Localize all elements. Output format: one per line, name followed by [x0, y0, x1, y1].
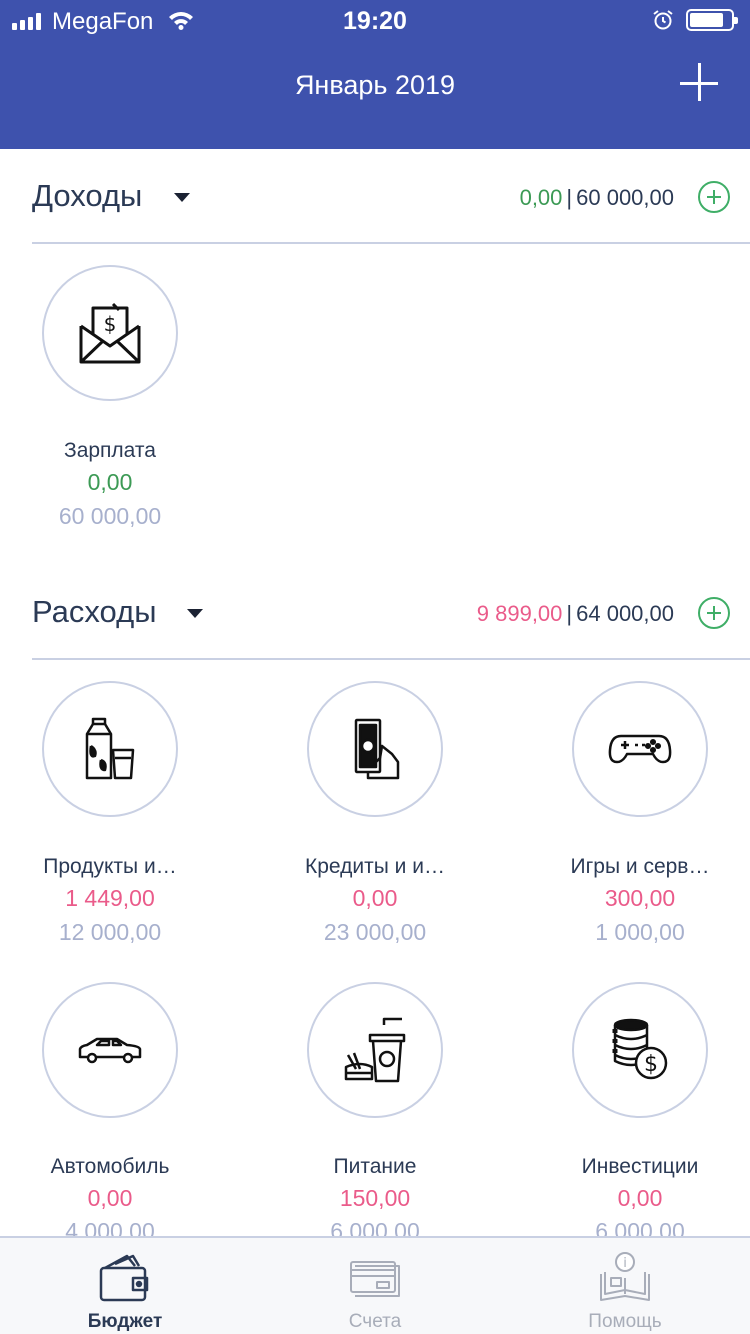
clock: 19:20: [343, 7, 407, 35]
expenses-actual: 9 899,00: [476, 601, 563, 626]
wallet-icon: [99, 1254, 149, 1302]
credits-name: Кредиты и и…: [305, 855, 445, 878]
games-spent: 300,00: [604, 885, 676, 911]
svg-text:$: $: [644, 1052, 658, 1077]
alarm-icon: [653, 10, 673, 30]
food-name: Питание: [333, 1155, 417, 1178]
groceries-spent: 1 449,00: [65, 885, 155, 911]
groceries-milk-icon: [85, 717, 135, 780]
category-salary[interactable]: $: [42, 265, 178, 401]
help-book-icon: i: [600, 1252, 650, 1301]
expenses-totals: 9 899,00 | 64 000,00: [476, 601, 674, 626]
card-icon: [350, 1261, 400, 1297]
tab-budget-label: Бюджет: [87, 1311, 163, 1332]
expenses-caret-down-icon[interactable]: [187, 609, 203, 618]
category-investments[interactable]: $: [572, 982, 708, 1118]
svg-text:$: $: [104, 312, 117, 336]
tab-bar: Бюджет Счета i Помощь: [0, 1236, 750, 1334]
gamepad-icon: [608, 734, 672, 764]
tab-accounts-label: Счета: [348, 1311, 402, 1332]
cash-in-hand-icon: [354, 718, 400, 780]
car-name: Автомобиль: [50, 1155, 170, 1178]
category-food[interactable]: [307, 982, 443, 1118]
groceries-name: Продукты и…: [43, 855, 177, 878]
app-header: MegaFon 19:20 Январь 2019: [0, 0, 750, 149]
category-car[interactable]: [42, 982, 178, 1118]
tab-accounts[interactable]: Счета: [250, 1238, 500, 1334]
investments-spent: 0,00: [617, 1185, 663, 1211]
category-games[interactable]: [572, 681, 708, 817]
expenses-section-title[interactable]: Расходы: [32, 594, 156, 630]
investments-name: Инвестиции: [581, 1155, 699, 1178]
category-groceries[interactable]: [42, 681, 178, 817]
income-planned: 60 000,00: [576, 185, 674, 210]
salary-envelope-icon: $: [79, 302, 141, 364]
credits-budget: 23 000,00: [323, 919, 427, 945]
tab-budget[interactable]: Бюджет: [0, 1238, 250, 1334]
tab-help-label: Помощь: [588, 1311, 662, 1332]
salary-budget: 60 000,00: [58, 503, 162, 529]
credits-spent: 0,00: [352, 885, 398, 911]
games-budget: 1 000,00: [595, 919, 685, 945]
food-spent: 150,00: [339, 1185, 411, 1211]
category-credits[interactable]: [307, 681, 443, 817]
page-title[interactable]: Январь 2019: [0, 70, 750, 101]
car-icon: [78, 1037, 142, 1064]
add-income-category-button[interactable]: [698, 181, 730, 213]
battery-icon: [686, 9, 738, 31]
income-caret-down-icon[interactable]: [174, 193, 190, 202]
add-expense-category-button[interactable]: [698, 597, 730, 629]
salary-spent: 0,00: [87, 469, 133, 495]
expenses-divider: [32, 658, 750, 660]
coins-dollar-icon: $: [612, 1018, 668, 1080]
income-section-title[interactable]: Доходы: [32, 178, 142, 214]
salary-name: Зарплата: [64, 439, 156, 462]
expenses-planned: 64 000,00: [576, 601, 674, 626]
svg-text:i: i: [623, 1256, 627, 1271]
income-divider: [32, 242, 750, 244]
add-button[interactable]: [680, 63, 720, 103]
status-bar: MegaFon 19:20: [0, 0, 750, 40]
fast-food-icon: [344, 1017, 406, 1083]
car-spent: 0,00: [87, 1185, 133, 1211]
income-totals: 0,00 | 60 000,00: [519, 185, 674, 210]
income-actual: 0,00: [519, 185, 563, 210]
tab-help[interactable]: i Помощь: [500, 1238, 750, 1334]
games-name: Игры и серв…: [570, 855, 710, 878]
groceries-budget: 12 000,00: [58, 919, 162, 945]
